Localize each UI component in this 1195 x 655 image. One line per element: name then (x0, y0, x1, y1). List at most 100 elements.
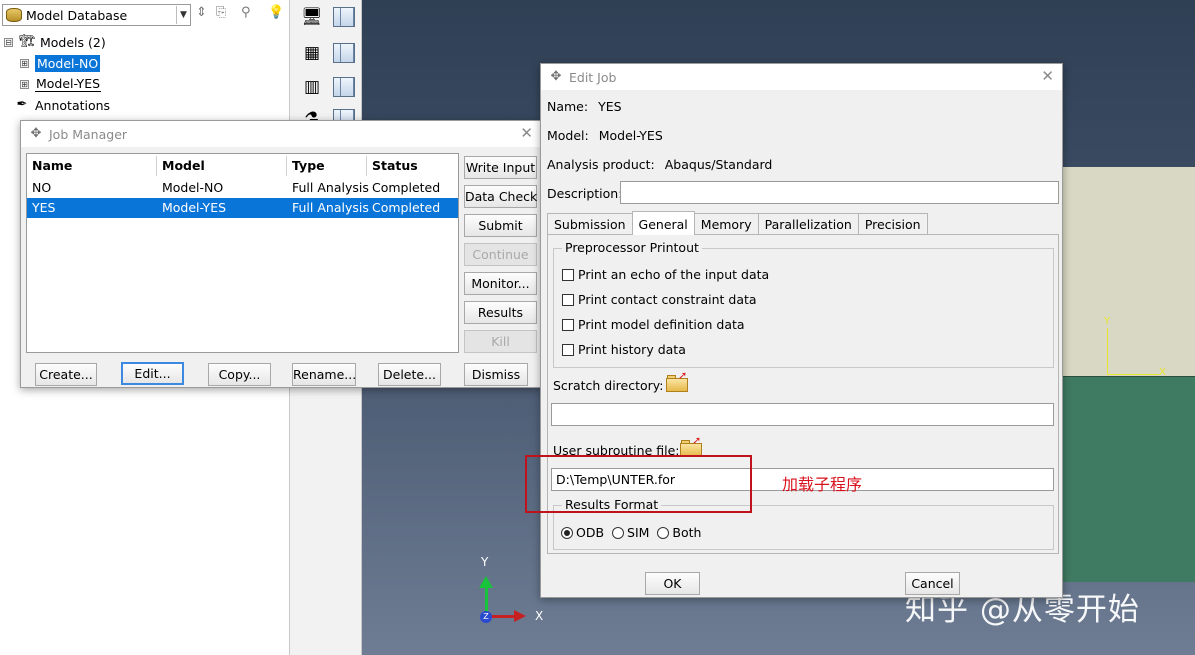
contact-constraint-checkbox[interactable] (562, 293, 574, 306)
job-model-line: Model: Model-YES (547, 128, 663, 143)
folder-open-icon[interactable]: ➚ (666, 369, 690, 393)
adaptivity-process-icon[interactable]: ▦ (300, 42, 324, 64)
local-x-axis (1107, 374, 1159, 375)
close-icon[interactable]: ✕ (520, 124, 533, 142)
tree-item-label: Annotations (35, 97, 111, 113)
contact-constraint-option[interactable]: Print contact constraint data (562, 292, 757, 307)
description-input[interactable] (620, 181, 1059, 204)
dialog-title-bar[interactable]: ✥ Job Manager (21, 121, 541, 147)
collapse-icon[interactable]: ⊟ (4, 37, 13, 47)
database-selector[interactable]: Model Database ▼ (2, 4, 191, 26)
annotation-pen-icon: ✒ (16, 97, 28, 112)
rename-button[interactable]: Rename... (292, 363, 356, 386)
radio-sim[interactable] (612, 527, 625, 539)
chevron-down-icon[interactable]: ▼ (176, 6, 190, 24)
tree-item-annotations[interactable]: ✒ Annotations (14, 95, 111, 115)
job-model: Model-NO (162, 180, 224, 195)
column-header-type[interactable]: Type (287, 156, 367, 176)
annotation-note: 加载子程序 (782, 475, 863, 494)
expand-icon[interactable]: ⊞ (20, 79, 29, 89)
table-row-selected[interactable]: YES Model-YES Full Analysis Completed (27, 198, 458, 218)
job-table[interactable]: Name Model Type Status NO Model-NO Full … (26, 153, 459, 353)
local-y-label: Y (1104, 316, 1111, 327)
monitor-button[interactable]: Monitor... (464, 272, 537, 295)
cancel-button[interactable]: Cancel (905, 572, 960, 595)
write-input-button[interactable]: Write Input (464, 156, 537, 179)
tab-memory[interactable]: Memory (693, 213, 759, 235)
analysis-product-value: Abaqus/Standard (664, 157, 773, 172)
results-format-both[interactable]: Both (657, 525, 701, 540)
data-check-button[interactable]: Data Check (464, 185, 537, 208)
adaptivity-manager-icon[interactable] (332, 42, 356, 64)
results-format-options: ODB SIM Both (561, 525, 701, 540)
create-button[interactable]: Create... (35, 363, 97, 386)
column-header-model[interactable]: Model (157, 156, 287, 176)
job-status: Completed (372, 180, 441, 195)
results-format-sim[interactable]: SIM (612, 525, 649, 540)
column-header-name[interactable]: Name (27, 156, 157, 176)
model-value: Model-YES (598, 128, 663, 143)
job-type: Full Analysis (292, 180, 369, 195)
radio-both[interactable] (657, 527, 670, 539)
tab-parallelization[interactable]: Parallelization (757, 213, 859, 235)
expand-icon[interactable]: ⊞ (20, 58, 29, 68)
radio-odb[interactable] (561, 527, 573, 539)
tab-general[interactable]: General (631, 211, 695, 235)
continue-button[interactable]: Continue (464, 243, 537, 266)
preprocessor-printout-group: Preprocessor Printout Print an echo of t… (553, 240, 1054, 368)
results-button[interactable]: Results (464, 301, 537, 324)
close-icon[interactable]: ✕ (1041, 67, 1054, 85)
history-data-option[interactable]: Print history data (562, 342, 686, 357)
delete-button[interactable]: Delete... (378, 363, 441, 386)
tree-item-label: Models (2) (40, 34, 106, 50)
kill-button[interactable]: Kill (464, 330, 537, 353)
highlight-box (525, 455, 752, 513)
tree-item-model-no[interactable]: ⊞ Model-NO (20, 53, 101, 73)
table-header: Name Model Type Status (27, 156, 458, 176)
echo-input-option[interactable]: Print an echo of the input data (562, 267, 769, 282)
job-name: YES (32, 200, 56, 215)
checkbox-label: Print contact constraint data (578, 292, 757, 307)
group-title: Preprocessor Printout (562, 240, 702, 255)
lightbulb-icon[interactable]: 💡 (268, 5, 284, 20)
create-job-icon[interactable]: 🖥 (300, 6, 324, 28)
collapse-tree-icon[interactable]: ⎘ (216, 5, 226, 20)
checkbox-label: Print model definition data (578, 317, 745, 332)
table-row[interactable]: NO Model-NO Full Analysis Completed (27, 178, 458, 198)
tree-item-models[interactable]: ⊟ 🏗 Models (2) (4, 32, 106, 52)
job-manager-dialog: ✥ Job Manager ✕ Name Model Type Status N… (20, 120, 542, 388)
models-icon: 🏗 (19, 34, 36, 49)
sort-arrows-icon[interactable]: ⇕ (196, 5, 207, 20)
filter-tree-icon[interactable]: ⚲ (241, 5, 251, 20)
column-header-status[interactable]: Status (367, 156, 458, 176)
dialog-title-bar[interactable]: ✥ Edit Job (541, 64, 1062, 90)
coexecution-icon[interactable]: ▥ (300, 76, 324, 98)
local-y-axis (1107, 328, 1108, 375)
echo-input-checkbox[interactable] (562, 268, 574, 281)
dialog-title: Edit Job (569, 69, 617, 85)
triad-z-axis: Z (480, 611, 492, 623)
edit-button[interactable]: Edit... (121, 362, 184, 385)
copy-button[interactable]: Copy... (208, 363, 271, 386)
job-manager-icon[interactable] (332, 6, 356, 28)
dismiss-button[interactable]: Dismiss (464, 363, 528, 386)
scratch-directory-input[interactable] (551, 403, 1054, 426)
results-format-odb[interactable]: ODB (561, 525, 604, 540)
job-status: Completed (372, 200, 441, 215)
job-model: Model-YES (162, 200, 227, 215)
tree-item-model-yes[interactable]: ⊞ Model-YES (20, 74, 102, 94)
local-x-label: X (1159, 367, 1166, 378)
tab-submission[interactable]: Submission (547, 213, 633, 235)
tab-precision[interactable]: Precision (857, 213, 928, 235)
model-label: Model: (547, 128, 589, 143)
checkbox-label: Print history data (578, 342, 686, 357)
database-icon (6, 8, 22, 22)
model-definition-checkbox[interactable] (562, 318, 574, 331)
submit-button[interactable]: Submit (464, 214, 537, 237)
ok-button[interactable]: OK (645, 572, 700, 595)
history-data-checkbox[interactable] (562, 343, 574, 356)
checkbox-label: Print an echo of the input data (578, 267, 770, 282)
coexecution-manager-icon[interactable] (332, 76, 356, 98)
database-selector-label: Model Database (26, 7, 128, 23)
model-definition-option[interactable]: Print model definition data (562, 317, 745, 332)
